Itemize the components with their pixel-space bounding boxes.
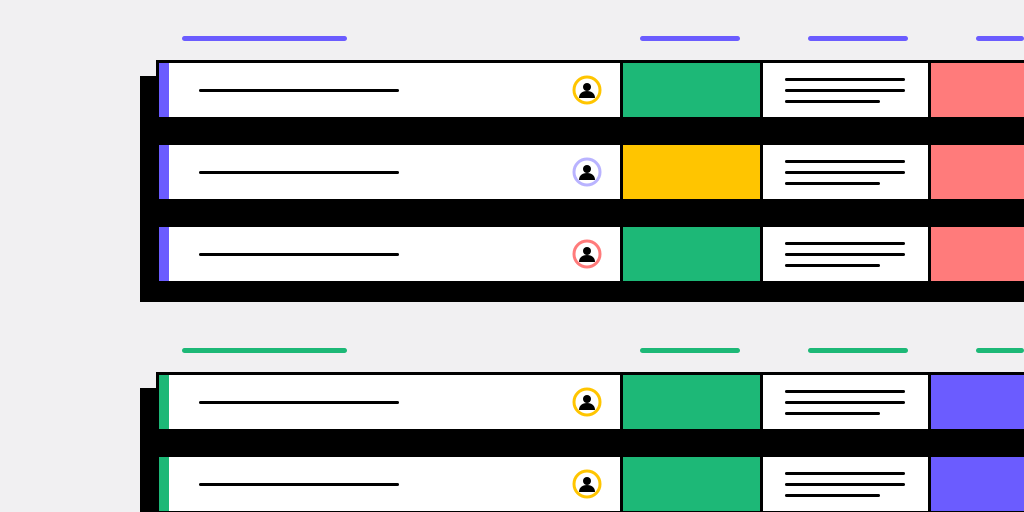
table-row[interactable] <box>156 224 1024 284</box>
column-header-dash <box>808 348 908 353</box>
text-placeholder-line <box>785 89 905 92</box>
row-accent <box>159 375 169 429</box>
priority-cell[interactable] <box>931 145 1024 199</box>
table-row[interactable] <box>156 372 1024 432</box>
column-header-dash <box>976 36 1024 41</box>
description-cell <box>763 375 931 429</box>
text-placeholder-line <box>785 100 880 103</box>
text-placeholder-line <box>785 401 905 404</box>
table-row[interactable] <box>156 142 1024 202</box>
description-cell <box>763 63 931 117</box>
row-accent <box>159 457 169 511</box>
column-header-dash <box>640 348 740 353</box>
priority-cell[interactable] <box>931 63 1024 117</box>
title-placeholder-line <box>199 401 399 404</box>
text-placeholder-line <box>785 182 880 185</box>
column-header-dash <box>182 36 347 41</box>
priority-cell[interactable] <box>931 227 1024 281</box>
assignee-avatar[interactable] <box>572 387 602 417</box>
assignee-avatar[interactable] <box>572 239 602 269</box>
text-placeholder-line <box>785 253 905 256</box>
table-row[interactable] <box>156 454 1024 512</box>
table-row[interactable] <box>156 60 1024 120</box>
column-header-dash <box>808 36 908 41</box>
title-placeholder-line <box>199 89 399 92</box>
text-placeholder-line <box>785 160 905 163</box>
assignee-avatar[interactable] <box>572 469 602 499</box>
column-header-dash <box>182 348 347 353</box>
status-cell[interactable] <box>623 457 763 511</box>
status-cell[interactable] <box>623 227 763 281</box>
text-placeholder-line <box>785 78 905 81</box>
title-cell <box>169 145 623 199</box>
title-placeholder-line <box>199 483 399 486</box>
text-placeholder-line <box>785 390 905 393</box>
title-cell <box>169 63 623 117</box>
title-cell <box>169 457 623 511</box>
title-cell <box>169 227 623 281</box>
description-cell <box>763 145 931 199</box>
column-header-dash <box>640 36 740 41</box>
text-placeholder-line <box>785 472 905 475</box>
status-cell[interactable] <box>623 63 763 117</box>
title-placeholder-line <box>199 253 399 256</box>
assignee-avatar[interactable] <box>572 75 602 105</box>
text-placeholder-line <box>785 242 905 245</box>
column-header-dash <box>976 348 1024 353</box>
assignee-avatar[interactable] <box>572 157 602 187</box>
title-placeholder-line <box>199 171 399 174</box>
priority-cell[interactable] <box>931 457 1024 511</box>
status-cell[interactable] <box>623 375 763 429</box>
text-placeholder-line <box>785 264 880 267</box>
row-accent <box>159 227 169 281</box>
description-cell <box>763 457 931 511</box>
priority-cell[interactable] <box>931 375 1024 429</box>
text-placeholder-line <box>785 494 880 497</box>
description-cell <box>763 227 931 281</box>
text-placeholder-line <box>785 483 905 486</box>
status-cell[interactable] <box>623 145 763 199</box>
title-cell <box>169 375 623 429</box>
text-placeholder-line <box>785 171 905 174</box>
row-accent <box>159 63 169 117</box>
text-placeholder-line <box>785 412 880 415</box>
row-accent <box>159 145 169 199</box>
